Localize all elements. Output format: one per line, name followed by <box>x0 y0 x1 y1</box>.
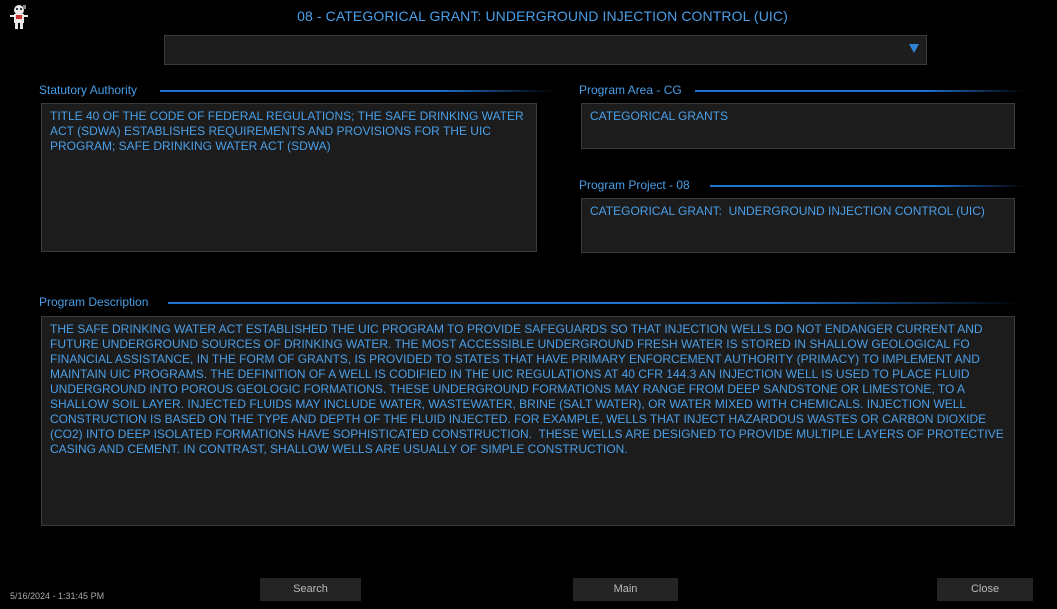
program-area-textbox[interactable]: CATEGORICAL GRANTS <box>581 103 1015 149</box>
window-title: 08 - CATEGORICAL GRANT: UNDERGROUND INJE… <box>297 8 788 24</box>
program-description-textbox[interactable]: THE SAFE DRINKING WATER ACT ESTABLISHED … <box>41 316 1015 526</box>
program-select-dropdown[interactable] <box>164 35 927 65</box>
timestamp: 5/16/2024 - 1:31:45 PM <box>10 591 105 601</box>
search-button[interactable]: Search <box>260 578 361 601</box>
program-description-label: Program Description <box>39 295 149 309</box>
main-button[interactable]: Main <box>573 578 678 601</box>
statutory-authority-divider <box>160 90 555 92</box>
statutory-authority-textbox[interactable]: TITLE 40 OF THE CODE OF FEDERAL REGULATI… <box>41 103 537 252</box>
program-description-divider <box>168 302 1025 304</box>
program-area-label: Program Area - CG <box>579 83 682 97</box>
chevron-down-icon[interactable] <box>909 44 919 53</box>
close-button[interactable]: Close <box>937 578 1033 601</box>
statutory-authority-label: Statutory Authority <box>39 83 138 97</box>
program-project-divider <box>710 185 1025 187</box>
program-project-label: Program Project - 08 <box>579 178 690 192</box>
program-project-textbox[interactable]: CATEGORICAL GRANT: UNDERGROUND INJECTION… <box>581 198 1015 253</box>
program-area-divider <box>695 90 1025 92</box>
